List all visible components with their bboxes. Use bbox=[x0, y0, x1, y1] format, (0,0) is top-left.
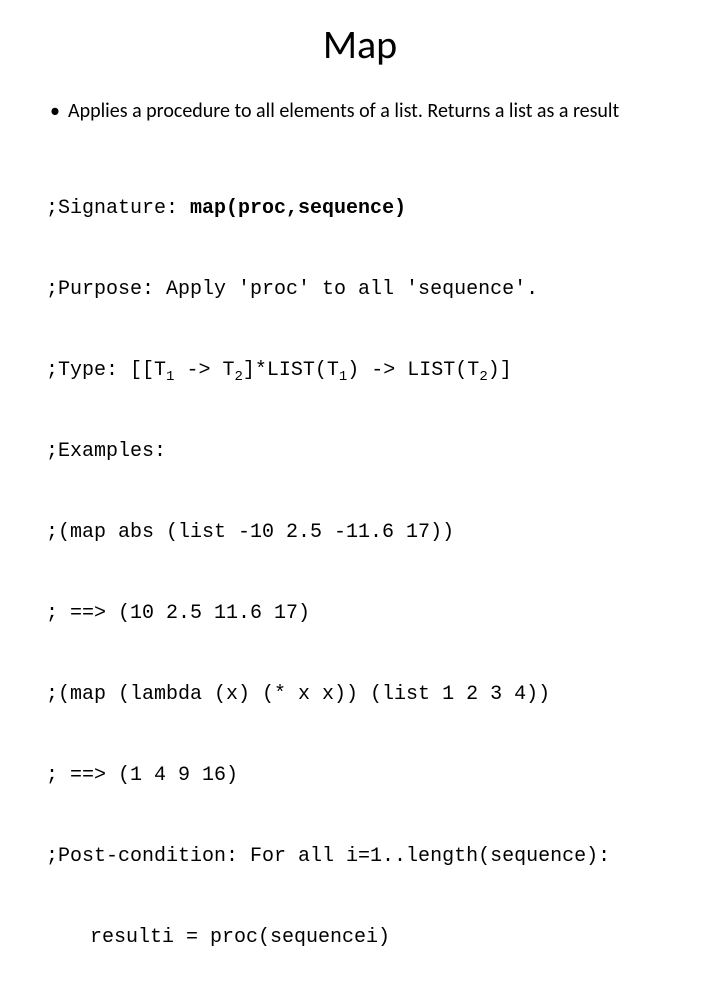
code-line-ex1r: ; ==> (10 2.5 11.6 17) bbox=[46, 600, 680, 627]
bullet-item: • Applies a procedure to all elements of… bbox=[50, 99, 680, 123]
code-line-post: ;Post-condition: For all i=1..length(seq… bbox=[46, 843, 680, 870]
code-line-ex2r: ; ==> (1 4 9 16) bbox=[46, 762, 680, 789]
code-line-purpose: ;Purpose: Apply 'proc' to all 'sequence'… bbox=[46, 276, 680, 303]
bullet-dot: • bbox=[50, 99, 68, 123]
code-line-signature: ;Signature: map(proc,sequence) bbox=[46, 195, 680, 222]
bullet-text: Applies a procedure to all elements of a… bbox=[68, 99, 619, 123]
code-line-examples: ;Examples: bbox=[46, 438, 680, 465]
code-line-post2: resulti = proc(sequencei) bbox=[46, 924, 680, 951]
code-line-ex2: ;(map (lambda (x) (* x x)) (list 1 2 3 4… bbox=[46, 681, 680, 708]
sig-prefix: ;Signature: bbox=[46, 197, 190, 220]
type-b: -> T bbox=[174, 359, 234, 382]
sig-bold: map(proc,sequence) bbox=[190, 197, 406, 220]
type-c: ]*LIST(T bbox=[243, 359, 339, 382]
code-line-ex1: ;(map abs (list -10 2.5 -11.6 17)) bbox=[46, 519, 680, 546]
type-sub4: 2 bbox=[479, 369, 487, 385]
slide-title: Map bbox=[40, 20, 680, 69]
type-a: ;Type: [[T bbox=[46, 359, 166, 382]
type-e: )] bbox=[488, 359, 512, 382]
type-sub2: 2 bbox=[234, 369, 242, 385]
code-block: ;Signature: map(proc,sequence) ;Purpose:… bbox=[46, 141, 680, 1005]
type-d: ) -> LIST(T bbox=[347, 359, 479, 382]
code-line-type: ;Type: [[T1 -> T2]*LIST(T1) -> LIST(T2)] bbox=[46, 357, 680, 384]
slide: Map • Applies a procedure to all element… bbox=[0, 0, 720, 540]
